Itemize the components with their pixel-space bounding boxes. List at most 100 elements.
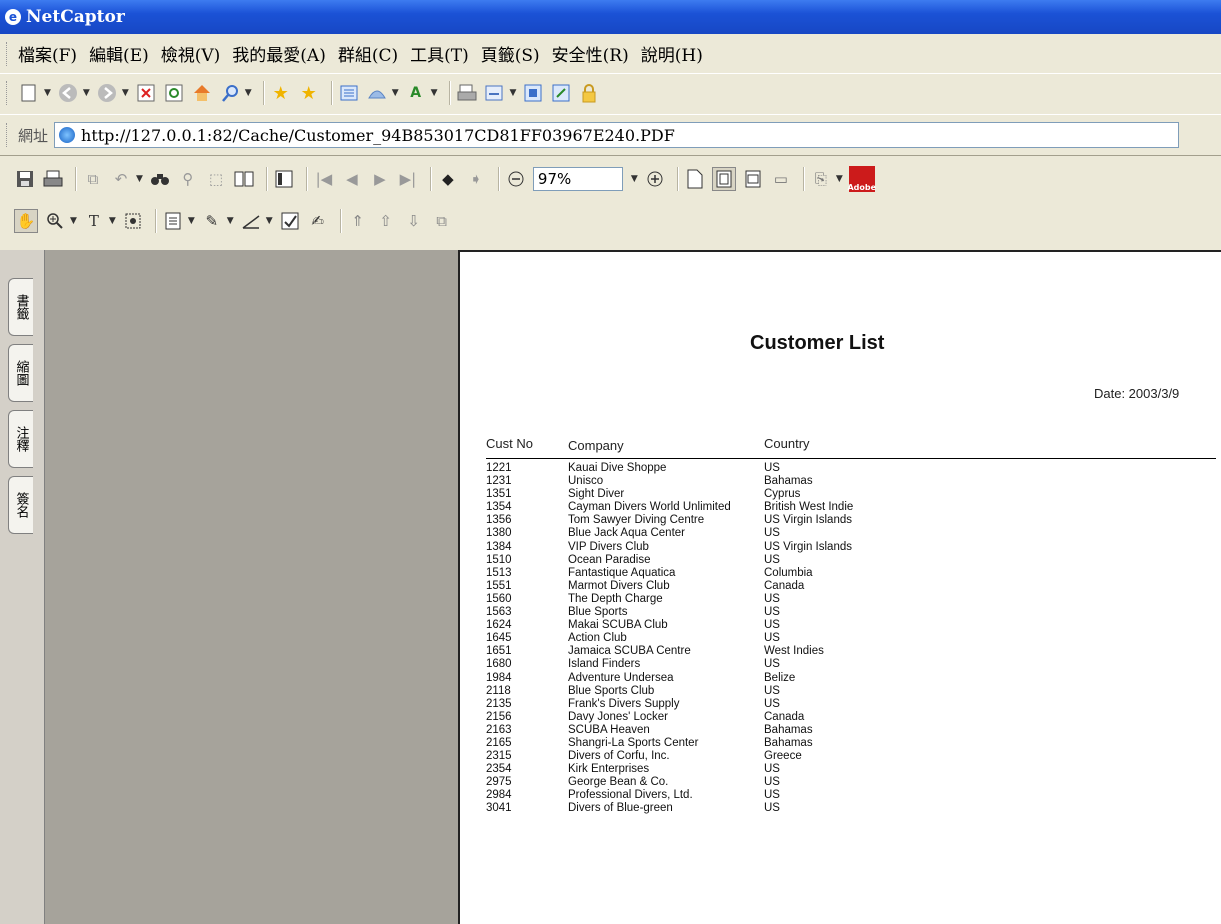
- history-icon[interactable]: [338, 82, 360, 104]
- forward-icon[interactable]: [96, 82, 118, 104]
- menu-file[interactable]: 檔案(F): [18, 41, 77, 66]
- cust-no-cell: 1680: [486, 658, 512, 671]
- refresh-icon[interactable]: [163, 82, 185, 104]
- zoom-tool-icon[interactable]: [44, 210, 66, 232]
- cust-no-cell: 2975: [486, 776, 512, 789]
- text-select-icon[interactable]: T: [83, 210, 105, 232]
- hand-tool-icon[interactable]: ✋: [14, 209, 38, 233]
- chevron-down-icon[interactable]: ▼: [392, 88, 399, 98]
- last-page-icon[interactable]: ▶|: [397, 168, 419, 190]
- add-favorite-icon[interactable]: ★: [298, 82, 320, 104]
- tab-thumbnails[interactable]: 縮圖: [8, 344, 33, 402]
- page-icon: [59, 127, 76, 143]
- chevron-down-icon[interactable]: ▼: [227, 216, 234, 226]
- chevron-down-icon[interactable]: ▼: [431, 88, 438, 98]
- next-page-icon[interactable]: ▶: [369, 168, 391, 190]
- page-up-icon[interactable]: ⇧: [375, 210, 397, 232]
- company-cell: Kirk Enterprises: [568, 763, 650, 776]
- toolbar-grip[interactable]: [6, 123, 10, 147]
- zoom-in-icon[interactable]: [644, 168, 666, 190]
- fit-width-icon[interactable]: [742, 168, 764, 190]
- fit-visible-icon[interactable]: ▭: [770, 168, 792, 190]
- chevron-down-icon[interactable]: ▼: [136, 174, 143, 184]
- chevron-down-icon[interactable]: ▼: [836, 174, 843, 184]
- sign-icon[interactable]: ✍: [307, 210, 329, 232]
- address-url[interactable]: http://127.0.0.1:82/Cache/Customer_94B85…: [81, 126, 675, 145]
- print-icon[interactable]: [456, 82, 478, 104]
- stop-icon[interactable]: [135, 82, 157, 104]
- font-size-icon[interactable]: A: [405, 82, 427, 104]
- chevron-down-icon[interactable]: ▼: [510, 88, 517, 98]
- home-icon[interactable]: [191, 82, 213, 104]
- menu-help[interactable]: 說明(H): [641, 41, 703, 66]
- previous-page-icon[interactable]: ◀: [341, 168, 363, 190]
- spread-icon[interactable]: ⬚: [205, 168, 227, 190]
- cust-no-cell: 2135: [486, 697, 512, 710]
- search-icon[interactable]: [219, 82, 241, 104]
- adobe-logo-icon[interactable]: Adobe: [847, 166, 876, 192]
- chevron-down-icon[interactable]: ▼: [44, 88, 51, 98]
- chevron-down-icon[interactable]: ▼: [70, 216, 77, 226]
- line-tool-icon[interactable]: [240, 210, 262, 232]
- go-back-icon[interactable]: ◆: [437, 168, 459, 190]
- chevron-down-icon[interactable]: ▼: [266, 216, 273, 226]
- chevron-down-icon[interactable]: ▼: [245, 88, 252, 98]
- pencil-icon[interactable]: ✎: [201, 210, 223, 232]
- save-icon[interactable]: [14, 168, 36, 190]
- menu-view[interactable]: 檢視(V): [161, 41, 221, 66]
- zoom-out-icon[interactable]: [505, 168, 527, 190]
- edit-icon[interactable]: [484, 82, 506, 104]
- company-cell: Fantastique Aquatica: [568, 566, 676, 579]
- country-cell: Bahamas: [764, 475, 813, 488]
- chevron-down-icon[interactable]: ▼: [188, 216, 195, 226]
- open-book-icon[interactable]: [233, 168, 255, 190]
- tab-signatures[interactable]: 簽名: [8, 476, 33, 534]
- go-forward-icon[interactable]: ➧: [465, 168, 487, 190]
- panel-toggle-icon[interactable]: [273, 168, 295, 190]
- menu-favorites[interactable]: 我的最愛(A): [232, 41, 326, 66]
- page-up-all-icon[interactable]: ⇑: [347, 210, 369, 232]
- new-page-icon[interactable]: [18, 82, 40, 104]
- favorites-star-icon[interactable]: ★: [270, 82, 292, 104]
- country-cell: Bahamas: [764, 723, 813, 736]
- page-down-icon[interactable]: ⇩: [403, 210, 425, 232]
- company-cell: Ocean Paradise: [568, 553, 651, 566]
- tab-list-icon[interactable]: [522, 82, 544, 104]
- undo-icon[interactable]: ↶: [110, 168, 132, 190]
- snapshot-icon[interactable]: [122, 210, 144, 232]
- menu-tabs[interactable]: 頁籤(S): [481, 41, 540, 66]
- toolbar-grip[interactable]: [6, 41, 10, 66]
- chevron-down-icon[interactable]: ▼: [122, 88, 129, 98]
- toolbar-grip[interactable]: [6, 81, 10, 105]
- rotate-icon[interactable]: ⎘: [810, 168, 832, 190]
- country-cell: Canada: [764, 579, 805, 592]
- back-icon[interactable]: [57, 82, 79, 104]
- address-input[interactable]: http://127.0.0.1:82/Cache/Customer_94B85…: [54, 122, 1180, 148]
- pages-icon[interactable]: ⧉: [431, 210, 453, 232]
- find-icon[interactable]: [149, 168, 171, 190]
- fit-page-icon[interactable]: [711, 167, 736, 191]
- country-cell: US: [764, 776, 780, 789]
- zoom-input[interactable]: 97%: [532, 167, 623, 191]
- copy-icon[interactable]: ⧉: [82, 168, 104, 190]
- menu-security[interactable]: 安全性(R): [552, 41, 629, 66]
- groups-icon[interactable]: [366, 82, 388, 104]
- tab-bookmarks[interactable]: 書籤: [8, 278, 33, 336]
- tab-comments[interactable]: 注釋: [8, 410, 33, 468]
- chevron-down-icon[interactable]: ▼: [109, 216, 116, 226]
- chevron-down-icon[interactable]: ▼: [631, 174, 638, 184]
- note-tool-icon[interactable]: [162, 210, 184, 232]
- new-window-icon[interactable]: [550, 82, 572, 104]
- country-cell: US: [764, 789, 780, 802]
- actual-size-icon[interactable]: [684, 168, 706, 190]
- search-icon[interactable]: ⚲: [177, 168, 199, 190]
- lock-icon[interactable]: [578, 82, 600, 104]
- company-cell: Sight Diver: [568, 488, 625, 501]
- menu-groups[interactable]: 群組(C): [338, 41, 398, 66]
- menu-tools[interactable]: 工具(T): [410, 41, 469, 66]
- print-icon[interactable]: [42, 168, 64, 190]
- menu-edit[interactable]: 編輯(E): [89, 41, 149, 66]
- spellcheck-icon[interactable]: [279, 210, 301, 232]
- first-page-icon[interactable]: |◀: [313, 168, 335, 190]
- chevron-down-icon[interactable]: ▼: [83, 88, 90, 98]
